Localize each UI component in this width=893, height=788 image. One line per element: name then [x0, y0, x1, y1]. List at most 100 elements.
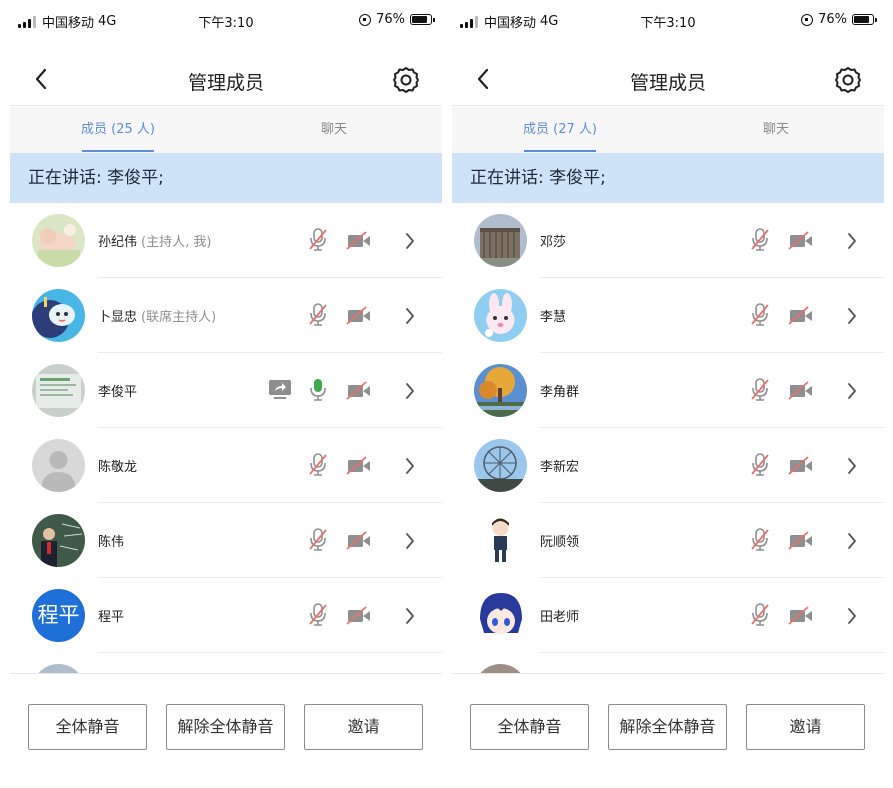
member-row[interactable]: 李慧	[452, 278, 884, 353]
mic-muted-icon[interactable]	[308, 227, 328, 253]
unmute-all-button[interactable]: 解除全体静音	[608, 704, 727, 750]
mic-muted-icon[interactable]	[750, 302, 770, 328]
member-row[interactable]: 陈敬龙	[10, 428, 442, 503]
mic-muted-icon[interactable]	[750, 377, 770, 403]
avatar	[474, 364, 527, 417]
member-list[interactable]: 邓莎李慧李角群李新宏阮顺领田老师	[452, 203, 884, 673]
member-name: 田老师	[540, 610, 580, 625]
speaking-banner: 正在讲话: 李俊平;	[10, 153, 442, 203]
footer-bar: 全体静音 解除全体静音 邀请	[10, 673, 442, 788]
tab-bar: 成员 (25 人) 聊天	[10, 107, 442, 153]
member-name-group: 田老师	[540, 606, 579, 625]
chevron-right-icon[interactable]	[404, 531, 416, 551]
member-row[interactable]	[10, 653, 442, 673]
chevron-right-icon[interactable]	[404, 306, 416, 326]
mic-muted-icon[interactable]	[308, 527, 328, 553]
chevron-right-icon[interactable]	[846, 456, 858, 476]
mic-on-icon[interactable]	[308, 377, 328, 403]
left-panel: 中国移动 4G 下午3:10 76% 管理成员成员 (25 人) 聊天 正在讲话: 李俊平;…	[10, 0, 442, 788]
right-panel: 中国移动 4G 下午3:10 76% 管理成员 成员 (27 人) 聊天 正在讲话: 李俊平;…	[452, 0, 884, 788]
member-row[interactable]: 田老师	[452, 578, 884, 653]
chevron-right-icon[interactable]	[404, 456, 416, 476]
avatar	[32, 364, 85, 417]
avatar: 程平	[32, 589, 85, 642]
chevron-right-icon[interactable]	[404, 381, 416, 401]
member-row[interactable]: 陈伟	[10, 503, 442, 578]
camera-off-icon[interactable]	[346, 231, 372, 251]
gear-icon[interactable]	[834, 66, 862, 94]
camera-off-icon[interactable]	[346, 381, 372, 401]
tab-chat[interactable]: 聊天	[668, 107, 884, 153]
mic-muted-icon[interactable]	[308, 452, 328, 478]
unmute-all-button[interactable]: 解除全体静音	[166, 704, 285, 750]
mute-all-button[interactable]: 全体静音	[470, 704, 589, 750]
chevron-right-icon[interactable]	[404, 231, 416, 251]
tab-chat[interactable]: 聊天	[226, 107, 442, 153]
avatar	[474, 439, 527, 492]
nav-bar: 管理成员	[10, 56, 442, 106]
member-name-group: 陈敬龙	[98, 456, 137, 475]
member-row[interactable]: 程平 程平	[10, 578, 442, 653]
battery-icon	[852, 14, 877, 25]
chevron-right-icon[interactable]	[846, 381, 858, 401]
status-right: 76%	[359, 12, 435, 27]
status-right: 76%	[801, 12, 877, 27]
tab-members-label: 成员 (25 人)	[81, 122, 155, 137]
chevron-right-icon[interactable]	[846, 606, 858, 626]
avatar	[474, 664, 527, 673]
member-name-group: 李慧	[540, 306, 566, 325]
member-name: 李慧	[540, 310, 567, 325]
chevron-right-icon[interactable]	[846, 306, 858, 326]
camera-off-icon[interactable]	[788, 231, 814, 251]
rotation-lock-icon	[359, 13, 372, 26]
member-name-group: 李角群	[540, 381, 579, 400]
mic-muted-icon[interactable]	[308, 602, 328, 628]
mic-muted-icon[interactable]	[750, 602, 770, 628]
member-row[interactable]: 阮顺领	[452, 503, 884, 578]
mic-muted-icon[interactable]	[308, 302, 328, 328]
mic-muted-icon[interactable]	[750, 452, 770, 478]
camera-off-icon[interactable]	[346, 456, 372, 476]
battery-percent: 76%	[376, 12, 405, 27]
page-title: 管理成员	[629, 72, 706, 94]
camera-off-icon[interactable]	[788, 381, 814, 401]
camera-off-icon[interactable]	[788, 606, 814, 626]
tab-members[interactable]: 成员 (25 人)	[10, 107, 226, 153]
tab-members[interactable]: 成员 (27 人)	[452, 107, 668, 153]
avatar	[32, 514, 85, 567]
invite-button[interactable]: 邀请	[304, 704, 423, 750]
camera-off-icon[interactable]	[346, 606, 372, 626]
member-name: 李俊平	[98, 385, 138, 400]
member-row[interactable]: 卜显忠 (联席主持人)	[10, 278, 442, 353]
member-row[interactable]: 邓莎	[452, 203, 884, 278]
chevron-right-icon[interactable]	[404, 606, 416, 626]
gear-icon[interactable]	[392, 66, 420, 94]
member-name-group: 阮顺领	[540, 531, 579, 550]
member-row[interactable]: 李俊平	[10, 353, 442, 428]
camera-off-icon[interactable]	[788, 531, 814, 551]
member-row[interactable]	[452, 653, 884, 673]
member-name: 李角群	[540, 385, 580, 400]
member-name-group: 邓莎	[540, 231, 566, 250]
member-row[interactable]: 李新宏	[452, 428, 884, 503]
chevron-right-icon[interactable]	[846, 231, 858, 251]
page-title: 管理成员	[187, 72, 264, 94]
status-bar: 中国移动 4G 下午3:10 76%	[10, 0, 442, 42]
mic-muted-icon[interactable]	[750, 227, 770, 253]
screen-share-icon[interactable]	[268, 379, 292, 401]
avatar	[474, 214, 527, 267]
camera-off-icon[interactable]	[346, 306, 372, 326]
camera-off-icon[interactable]	[346, 531, 372, 551]
avatar	[32, 439, 85, 492]
member-row[interactable]: 孙纪伟 (主持人, 我)	[10, 203, 442, 278]
camera-off-icon[interactable]	[788, 456, 814, 476]
mic-muted-icon[interactable]	[750, 527, 770, 553]
member-name: 阮顺领	[540, 535, 580, 550]
chevron-right-icon[interactable]	[846, 531, 858, 551]
mute-all-button[interactable]: 全体静音	[28, 704, 147, 750]
tab-active-underline	[82, 150, 154, 152]
camera-off-icon[interactable]	[788, 306, 814, 326]
member-list[interactable]: 孙纪伟 (主持人, 我) 卜显忠 (联席主持人) 李俊平陈敬龙陈伟 程平 程平	[10, 203, 442, 673]
invite-button[interactable]: 邀请	[746, 704, 865, 750]
member-row[interactable]: 李角群	[452, 353, 884, 428]
